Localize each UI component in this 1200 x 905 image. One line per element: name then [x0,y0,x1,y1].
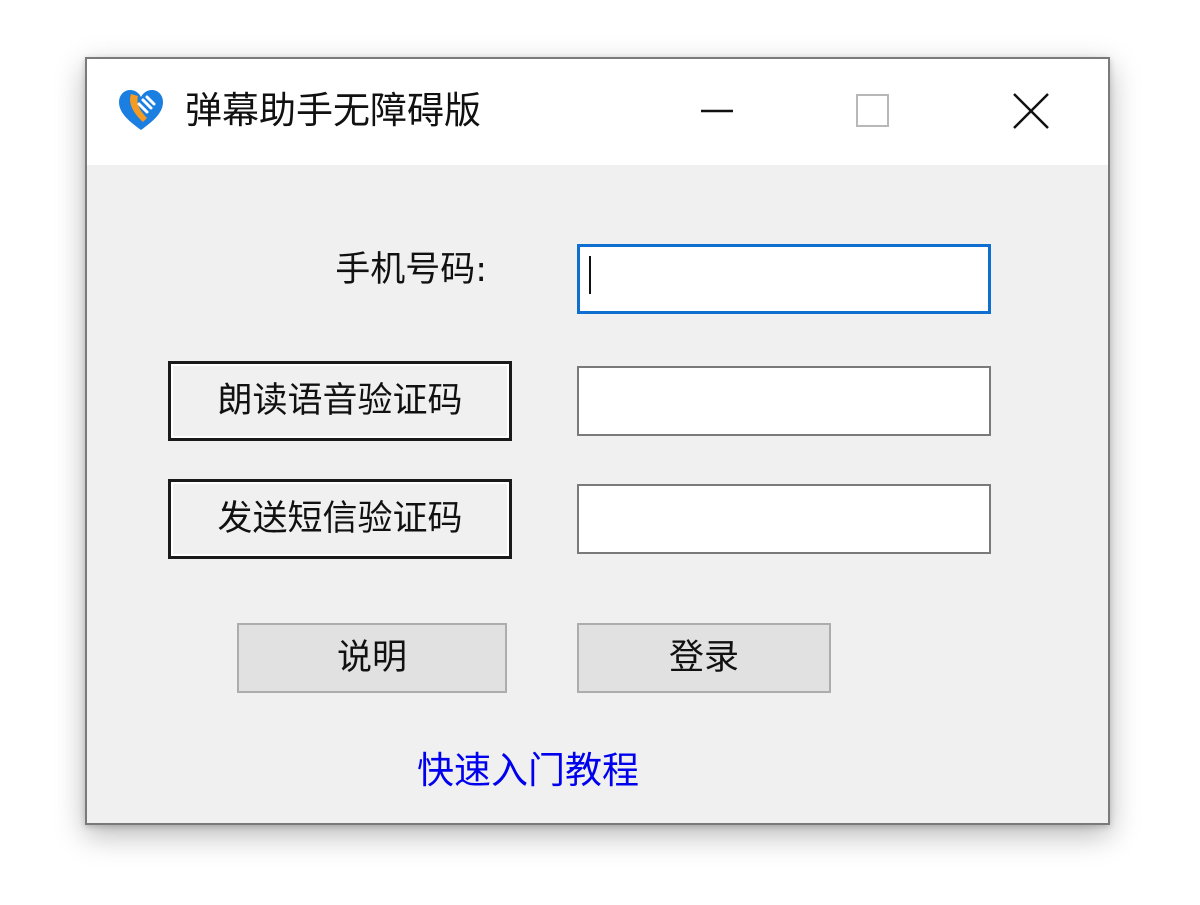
maximize-button[interactable] [797,59,947,165]
close-icon [1013,93,1049,129]
phone-label: 手机号码: [335,250,487,290]
text-caret [589,256,591,294]
title-bar[interactable]: 弹幕助手无障碍版 [87,59,1108,165]
hands-heart-icon [117,88,165,132]
tutorial-link[interactable]: 快速入门教程 [417,745,639,797]
maximize-icon [856,94,889,127]
login-button[interactable]: 登录 [577,623,831,693]
help-button[interactable]: 说明 [237,623,507,693]
app-window: 弹幕助手无障碍版 手机号码: 朗读语音验证码 发送短信验证码 说明 登录 快速入… [85,57,1110,825]
sms-code-button[interactable]: 发送短信验证码 [168,479,512,559]
minimize-button[interactable] [642,59,792,165]
phone-input[interactable] [577,244,991,314]
sms-code-input[interactable] [577,484,991,554]
window-title: 弹幕助手无障碍版 [185,89,481,132]
voice-code-button[interactable]: 朗读语音验证码 [168,361,512,441]
voice-code-input[interactable] [577,366,991,436]
close-button[interactable] [955,59,1105,165]
minimize-icon [701,109,733,113]
